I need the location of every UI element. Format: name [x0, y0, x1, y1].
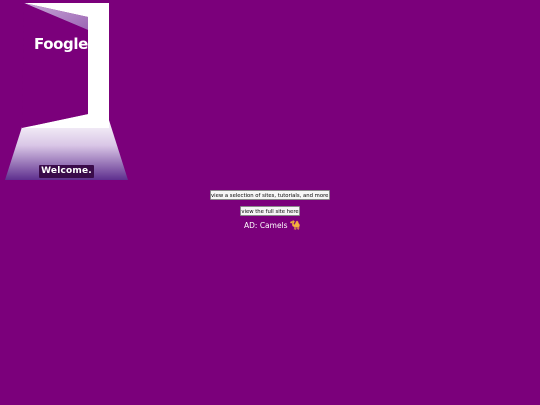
ad-label[interactable]: AD: Camels	[244, 221, 288, 230]
ad-line[interactable]: AD: Camels 🐪	[244, 221, 301, 231]
logo-panel: Foogle Welcome.	[0, 0, 135, 185]
view-full-site-button[interactable]: view the full site here	[240, 206, 300, 216]
welcome-badge: Welcome.	[39, 165, 94, 178]
camel-icon: 🐪	[289, 221, 301, 231]
view-selection-button[interactable]: view a selection of sites, tutorials, an…	[210, 190, 330, 200]
door-light-graphic	[5, 3, 128, 180]
logo-text[interactable]: Foogle	[34, 35, 88, 53]
